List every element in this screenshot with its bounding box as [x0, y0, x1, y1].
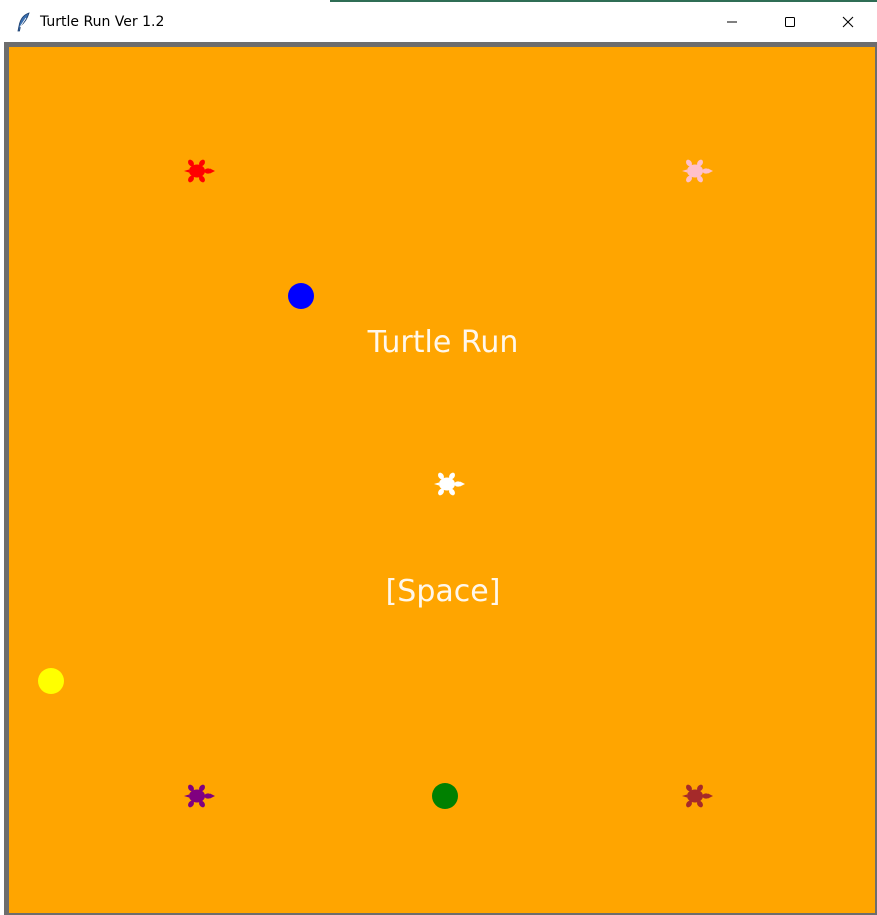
dot-yellow [38, 668, 64, 694]
minimize-icon [726, 13, 738, 32]
dot-blue [288, 283, 314, 309]
game-canvas[interactable]: Turtle Run [Space] [9, 47, 875, 913]
canvas-frame: Turtle Run [Space] [4, 42, 877, 915]
feather-icon [14, 12, 34, 32]
close-icon [842, 13, 854, 32]
dot-green [432, 783, 458, 809]
start-prompt: [Space] [385, 574, 501, 609]
window-controls [703, 2, 877, 42]
game-title: Turtle Run [367, 325, 519, 360]
maximize-icon [784, 13, 796, 32]
turtle-white-icon [434, 472, 465, 496]
turtle-brown-icon [682, 784, 713, 808]
maximize-button[interactable] [761, 2, 819, 42]
title-bar[interactable]: Turtle Run Ver 1.2 [4, 2, 877, 42]
close-button[interactable] [819, 2, 877, 42]
window-title: Turtle Run Ver 1.2 [40, 14, 165, 30]
minimize-button[interactable] [703, 2, 761, 42]
app-window: Turtle Run Ver 1.2 Turtle Run [Space] [0, 0, 877, 915]
turtle-pink-icon [682, 159, 713, 183]
turtle-red-icon [184, 159, 215, 183]
turtle-purple-icon [184, 784, 215, 808]
